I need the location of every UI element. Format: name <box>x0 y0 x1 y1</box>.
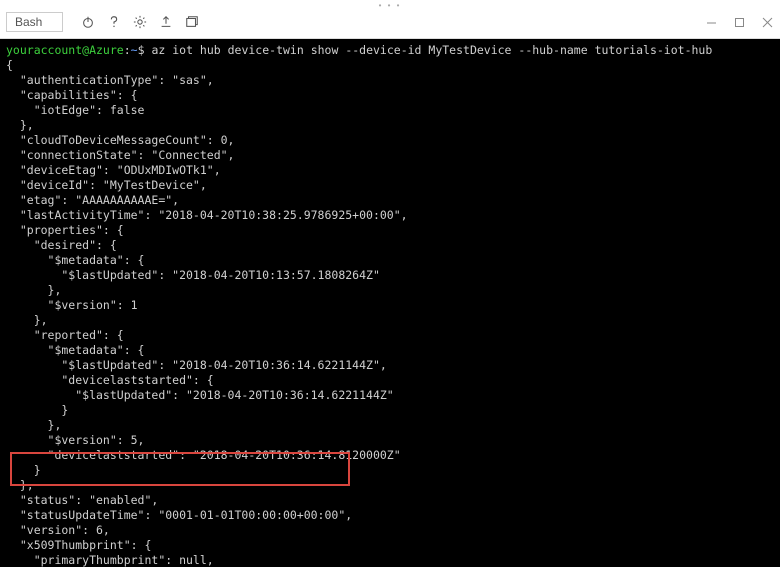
toolbar-icons <box>73 15 199 29</box>
prompt-userhost: youraccount@Azure <box>6 43 124 57</box>
prompt-path: ~ <box>131 43 138 57</box>
prompt-dollar: $ <box>138 43 145 57</box>
maximize-icon[interactable] <box>732 15 746 29</box>
terminal-body[interactable]: youraccount@Azure:~$ az iot hub device-t… <box>0 39 780 567</box>
gear-icon[interactable] <box>133 15 147 29</box>
minimize-icon[interactable] <box>704 15 718 29</box>
window-controls <box>704 15 774 29</box>
shell-select-label: Bash <box>15 15 42 29</box>
power-icon[interactable] <box>81 15 95 29</box>
shell-select-dropdown[interactable]: Bash <box>6 12 63 32</box>
help-icon[interactable] <box>107 15 121 29</box>
upload-icon[interactable] <box>159 15 173 29</box>
toolbar: Bash <box>0 10 780 39</box>
new-tab-icon[interactable] <box>185 15 199 29</box>
close-icon[interactable] <box>760 15 774 29</box>
handle-dots: • • • <box>379 1 402 10</box>
terminal-window: • • • Bash <box>0 0 780 567</box>
command-output: { "authenticationType": "sas", "capabili… <box>6 58 408 567</box>
window-drag-handle[interactable]: • • • <box>0 0 780 10</box>
command-text: az iot hub device-twin show --device-id … <box>151 43 712 57</box>
prompt-sep: : <box>124 43 131 57</box>
